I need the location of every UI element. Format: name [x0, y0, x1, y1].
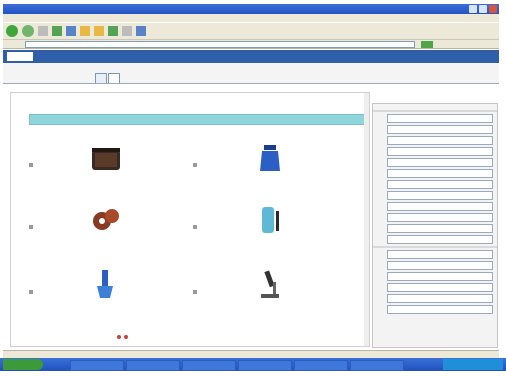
bullet-icon — [29, 290, 33, 294]
list-item[interactable] — [193, 268, 343, 328]
sidebar-section-title — [373, 110, 497, 112]
taskbar-item[interactable] — [70, 360, 124, 371]
search-icon[interactable] — [80, 26, 90, 36]
home-icon[interactable] — [66, 26, 76, 36]
bullet-icon — [29, 225, 33, 229]
list-item[interactable] — [193, 203, 343, 263]
list-item[interactable] — [29, 203, 179, 263]
taskbar-item[interactable] — [182, 360, 236, 371]
list-item[interactable] — [29, 268, 179, 328]
system-tray — [443, 359, 503, 370]
address-input[interactable] — [25, 41, 415, 48]
minimize-icon[interactable] — [469, 5, 477, 13]
taskbar-item[interactable] — [126, 360, 180, 371]
taskbar-item[interactable] — [350, 360, 404, 371]
pipette-icon[interactable] — [89, 268, 123, 302]
sidebar-item[interactable] — [387, 158, 493, 167]
stop-icon[interactable] — [38, 26, 48, 36]
sidebar-item[interactable] — [387, 114, 493, 123]
sidebar-item[interactable] — [387, 136, 493, 145]
sidebar-top-text — [373, 104, 497, 108]
sidebar-item[interactable] — [387, 305, 493, 314]
sidebar-item[interactable] — [387, 235, 493, 244]
pager-dots[interactable] — [117, 335, 128, 339]
tab-strip — [95, 73, 120, 83]
refresh-icon[interactable] — [52, 26, 62, 36]
go-button[interactable] — [421, 41, 433, 48]
bullet-icon — [193, 163, 197, 167]
box-icon[interactable] — [89, 141, 123, 175]
sidebar-item[interactable] — [387, 261, 493, 270]
breadcrumb — [3, 84, 499, 91]
right-sidebar — [372, 103, 498, 348]
sidebar-item[interactable] — [387, 169, 493, 178]
back-icon[interactable] — [6, 25, 18, 37]
history-icon[interactable] — [108, 26, 118, 36]
cylinder-icon[interactable] — [253, 203, 287, 237]
sidebar-item[interactable] — [387, 294, 493, 303]
tab-1[interactable] — [95, 73, 107, 83]
content-scrollbar[interactable] — [364, 93, 369, 346]
app-logo — [7, 52, 33, 61]
address-bar — [3, 40, 499, 49]
content-panel — [10, 92, 370, 347]
gears-icon[interactable] — [89, 203, 123, 237]
browser-window — [0, 0, 506, 376]
sidebar-item[interactable] — [387, 213, 493, 222]
close-icon[interactable] — [489, 5, 497, 13]
app-header — [3, 50, 499, 63]
sidebar-item[interactable] — [387, 180, 493, 189]
mail-icon[interactable] — [122, 26, 132, 36]
list-item[interactable] — [29, 141, 179, 201]
taskbar-item[interactable] — [294, 360, 348, 371]
sidebar-section-title — [373, 246, 497, 248]
forward-icon[interactable] — [22, 25, 34, 37]
microscope-icon[interactable] — [253, 268, 287, 302]
bullet-icon — [193, 290, 197, 294]
taskbar — [0, 358, 506, 371]
print-icon[interactable] — [136, 26, 146, 36]
taskbar-item[interactable] — [238, 360, 292, 371]
maximize-icon[interactable] — [479, 5, 487, 13]
sidebar-item[interactable] — [387, 202, 493, 211]
browser-toolbar — [3, 22, 499, 40]
bullet-icon — [193, 225, 197, 229]
tab-2[interactable] — [108, 73, 120, 83]
jar-icon[interactable] — [253, 141, 287, 175]
menu-bar — [3, 14, 499, 22]
sidebar-item[interactable] — [387, 191, 493, 200]
sub-header — [3, 63, 499, 84]
section-banner — [29, 114, 369, 125]
bullet-icon — [29, 163, 33, 167]
sidebar-item[interactable] — [387, 125, 493, 134]
sidebar-item[interactable] — [387, 250, 493, 259]
list-item[interactable] — [193, 141, 343, 201]
window-titlebar — [3, 4, 499, 14]
sidebar-item[interactable] — [387, 283, 493, 292]
start-button[interactable] — [3, 359, 43, 370]
sidebar-item[interactable] — [387, 224, 493, 233]
sidebar-item[interactable] — [387, 272, 493, 281]
sidebar-item[interactable] — [387, 147, 493, 156]
favorites-icon[interactable] — [94, 26, 104, 36]
